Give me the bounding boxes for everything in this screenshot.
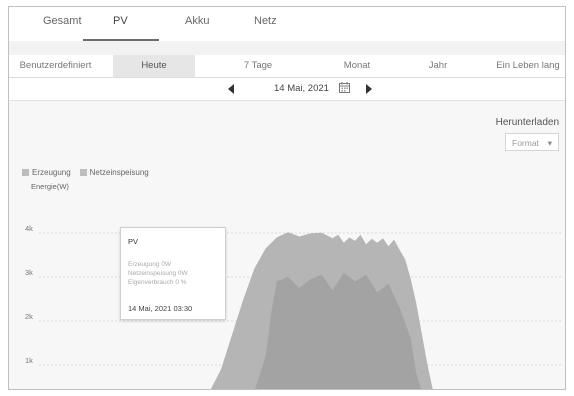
tooltip-time: 14 Mai, 2021 03:30 <box>128 304 193 313</box>
separator-strip <box>9 41 565 55</box>
period-ein-leben-lang[interactable]: Ein Leben lang <box>489 55 565 77</box>
view-tabs: Gesamt PV Akku Netz <box>9 7 565 41</box>
y-tick-label: 2k <box>25 312 33 321</box>
energy-chart: 1k 2k 3k 4k <box>25 224 561 389</box>
tooltip-erzeugung: Erzeugung 0W <box>128 261 171 268</box>
y-tick-label: 1k <box>25 356 33 365</box>
tab-akku[interactable]: Akku <box>185 15 209 27</box>
period-benutzerdefiniert[interactable]: Benutzerdefiniert <box>9 55 102 77</box>
calendar-icon[interactable] <box>339 82 350 93</box>
current-date: 14 Mai, 2021 <box>274 83 329 94</box>
next-day-icon[interactable] <box>366 84 372 94</box>
tooltip-netzeinspeisung: Netzeinspeisung 0W <box>128 270 188 277</box>
period-selector: Benutzerdefiniert Heute 7 Tage Monat Jah… <box>9 55 565 78</box>
chart-tooltip: PV Erzeugung 0W Netzeinspeisung 0W Eigen… <box>120 227 226 320</box>
tab-netz[interactable]: Netz <box>254 15 277 27</box>
y-tick-label: 4k <box>25 224 33 233</box>
period-jahr[interactable]: Jahr <box>390 55 486 77</box>
tooltip-title: PV <box>128 237 139 246</box>
tab-gesamt[interactable]: Gesamt <box>43 15 82 27</box>
period-heute[interactable]: Heute <box>113 55 195 77</box>
period-7-tage[interactable]: 7 Tage <box>210 55 306 77</box>
tooltip-eigenverbrauch: Eigenverbrauch 0 % <box>128 279 187 286</box>
pv-panel: Gesamt PV Akku Netz Benutzerdefiniert He… <box>8 6 566 390</box>
previous-day-icon[interactable] <box>228 84 234 94</box>
y-tick-label: 3k <box>25 268 33 277</box>
date-navigator: 14 Mai, 2021 <box>9 78 565 101</box>
tab-pv[interactable]: PV <box>113 15 128 27</box>
